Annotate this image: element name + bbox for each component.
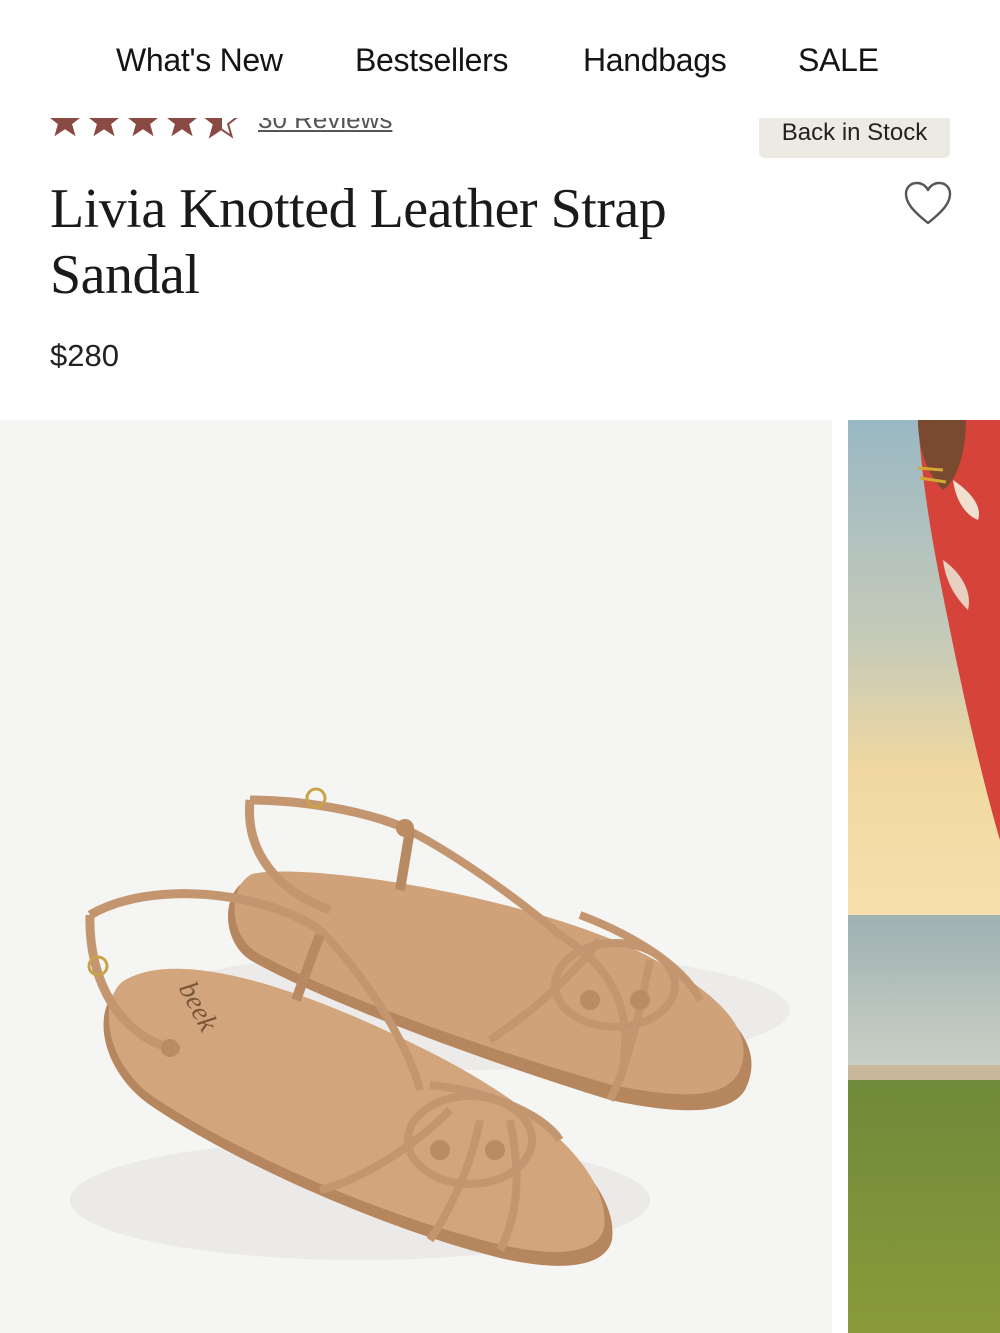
nav-whats-new[interactable]: What's New bbox=[116, 42, 283, 79]
lifestyle-photo-illustration bbox=[848, 420, 1000, 1333]
heart-outline-icon[interactable] bbox=[903, 181, 953, 227]
nav-bestsellers[interactable]: Bestsellers bbox=[355, 42, 509, 79]
product-title: Livia Knotted Leather Strap Sandal bbox=[50, 178, 667, 306]
product-lifestyle-image[interactable] bbox=[848, 420, 1000, 1333]
sandal-pair-illustration: beek bbox=[70, 787, 790, 1266]
nav-handbags[interactable]: Handbags bbox=[583, 42, 727, 79]
nav-sale[interactable]: SALE bbox=[798, 42, 879, 79]
product-price: $280 bbox=[50, 338, 119, 373]
top-navigation: What's New Bestsellers Handbags SALE bbox=[0, 0, 1000, 118]
product-main-image[interactable]: beek bbox=[0, 420, 832, 1333]
